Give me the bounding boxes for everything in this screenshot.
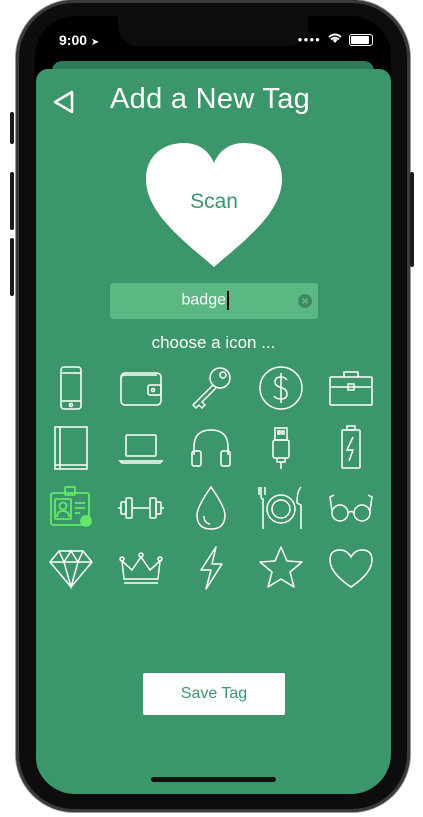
book-icon	[54, 426, 88, 470]
icon-option-water-drop[interactable]	[186, 483, 236, 533]
id-badge-icon	[50, 486, 92, 527]
volume-down-button	[10, 238, 14, 296]
water-drop-icon	[196, 485, 226, 530]
icon-option-dumbbell[interactable]	[116, 483, 166, 533]
icon-option-usb[interactable]	[256, 423, 306, 473]
icon-option-lightning[interactable]	[186, 543, 236, 593]
save-tag-button[interactable]: Save Tag	[143, 673, 285, 715]
icon-option-crown[interactable]	[116, 543, 166, 593]
icon-picker-subtitle: choose a icon ...	[151, 333, 276, 352]
tag-name-input[interactable]: badge	[110, 283, 318, 319]
laptop-icon	[118, 434, 164, 464]
icon-option-glasses[interactable]	[326, 483, 376, 533]
battery-icon	[349, 33, 373, 46]
mute-switch	[10, 112, 14, 144]
smartphone-icon	[60, 366, 82, 410]
lightning-icon	[200, 546, 223, 590]
glasses-icon	[329, 494, 373, 522]
status-indicators: ●●●●	[298, 32, 373, 47]
icon-option-wallet[interactable]	[116, 363, 166, 413]
star-icon	[259, 546, 303, 588]
location-arrow-icon: ➤	[90, 37, 100, 48]
crown-icon	[119, 552, 163, 584]
scan-label: Scan	[190, 190, 238, 213]
usb-icon	[272, 427, 290, 469]
tag-name-value: badge	[110, 291, 300, 310]
notch	[118, 16, 308, 46]
clear-input-button[interactable]	[298, 294, 312, 308]
icon-option-key[interactable]	[186, 363, 236, 413]
icon-option-laptop[interactable]	[116, 423, 166, 473]
add-tag-sheet: Add a New Tag Scan badge choose a icon .…	[36, 69, 391, 794]
icon-option-battery[interactable]	[326, 423, 376, 473]
status-time-text: 9:00	[59, 32, 88, 48]
status-time: 9:00 ➤	[59, 32, 99, 48]
volume-up-button	[10, 172, 14, 230]
briefcase-icon	[329, 371, 373, 406]
diamond-icon	[49, 549, 93, 590]
icon-option-dining[interactable]	[256, 483, 306, 533]
power-button	[410, 172, 414, 267]
home-indicator[interactable]	[151, 777, 276, 782]
text-caret	[227, 291, 229, 310]
icon-option-star[interactable]	[256, 543, 306, 593]
page-title: Add a New Tag	[110, 83, 311, 115]
dollar-coin-icon	[259, 366, 303, 410]
icon-option-book[interactable]	[46, 423, 96, 473]
icon-grid	[36, 363, 391, 603]
dining-plate-icon	[258, 486, 302, 529]
icon-option-diamond[interactable]	[46, 543, 96, 593]
heart-icon	[329, 549, 373, 588]
dumbbell-icon	[118, 497, 164, 519]
clear-x-icon	[301, 297, 309, 305]
icon-option-dollar[interactable]	[256, 363, 306, 413]
tag-name-text: badge	[181, 291, 227, 309]
icon-option-id-badge[interactable]	[46, 483, 96, 533]
icon-option-briefcase[interactable]	[326, 363, 376, 413]
back-button[interactable]	[51, 89, 77, 115]
device-screen: 9:00 ➤ ●●●● Add a New Tag Scan badge cho…	[35, 16, 391, 794]
back-triangle-icon	[53, 90, 74, 114]
wallet-icon	[120, 372, 162, 406]
signal-dots-icon: ●●●●	[297, 35, 321, 44]
headphones-icon	[191, 429, 231, 467]
wifi-icon	[327, 32, 343, 47]
key-icon	[191, 367, 231, 410]
battery-charging-icon	[341, 425, 361, 469]
scan-button[interactable]: Scan	[144, 141, 284, 271]
icon-option-smartphone[interactable]	[46, 363, 96, 413]
icon-option-headphones[interactable]	[186, 423, 236, 473]
icon-option-heart[interactable]	[326, 543, 376, 593]
